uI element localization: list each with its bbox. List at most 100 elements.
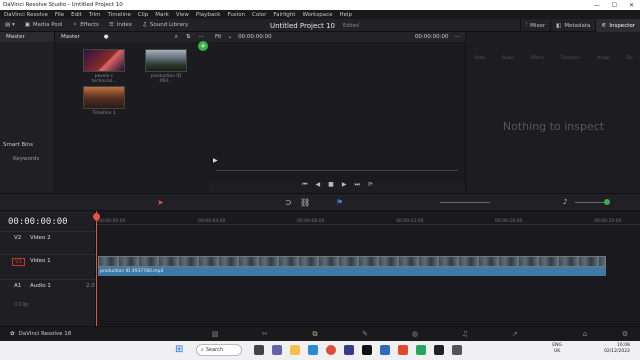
timeline-toolbar: ➤ ⊃ ⛓ ⚑ ♪ <box>0 193 640 211</box>
word-icon[interactable] <box>380 345 390 355</box>
media-clip[interactable]: pexels-c technical... <box>83 49 125 84</box>
tab-effects[interactable]: Effects <box>530 55 544 60</box>
settings-icon[interactable]: ⚙ <box>610 330 640 338</box>
menu-clip[interactable]: Clip <box>138 12 148 18</box>
search-icon[interactable]: ⌕ <box>175 34 178 41</box>
menu-fairlight[interactable]: Fairlight <box>273 12 295 18</box>
menu-playback[interactable]: Playback <box>196 12 221 18</box>
tab-transition[interactable]: Transition <box>561 55 580 60</box>
fusion-page-icon[interactable]: ✎ <box>340 330 390 338</box>
davinci-logo-icon: ✿ <box>10 331 15 337</box>
office-icon[interactable] <box>398 345 408 355</box>
chevron-down-icon[interactable]: ⌄ <box>227 34 232 40</box>
chrome-icon[interactable] <box>326 345 336 355</box>
snap-icon[interactable]: ⊃ <box>285 198 292 207</box>
play-icon[interactable]: ▶ <box>342 181 347 188</box>
menu-trim[interactable]: Trim <box>89 12 101 18</box>
menu-bar: DaVinci Resolve File Edit Trim Timeline … <box>0 10 640 19</box>
reverse-icon[interactable]: ◀ <box>316 181 321 188</box>
playhead[interactable] <box>91 211 102 326</box>
loop-icon[interactable]: ⟳ <box>368 181 373 188</box>
app-icon[interactable] <box>344 345 354 355</box>
home-icon[interactable]: ⌂ <box>560 330 610 338</box>
clip-count: 0 Clip <box>14 302 29 308</box>
mixer-icon: ⫶ <box>525 22 528 28</box>
fairlight-page-icon[interactable]: ♫ <box>440 330 490 338</box>
tab-video[interactable]: Video <box>474 55 485 60</box>
more-icon[interactable]: ⋯ <box>455 34 461 40</box>
media-page-icon[interactable]: ▧ <box>190 330 240 338</box>
scrubber-bar[interactable] <box>216 170 458 171</box>
deliver-page-icon[interactable]: ➚ <box>490 330 540 338</box>
system-clock[interactable]: 16:08 02/12/2022 <box>604 343 630 355</box>
stop-icon[interactable]: ■ <box>328 181 334 188</box>
link-icon[interactable]: ⛓ <box>300 198 310 207</box>
minimize-button[interactable]: — <box>594 2 600 9</box>
mixer-button[interactable]: ⫶ Mixer <box>519 19 550 32</box>
keywords-bin[interactable]: Keywords <box>13 156 39 162</box>
sound-library-button[interactable]: ♫ Sound Library <box>137 22 193 28</box>
edge-icon[interactable] <box>308 345 318 355</box>
menu-timeline[interactable]: Timeline <box>108 12 131 18</box>
fit-dropdown[interactable]: Fit <box>215 34 221 40</box>
metadata-button[interactable]: ◧ Metadata <box>550 19 595 32</box>
index-button[interactable]: ☰ Index <box>104 22 137 28</box>
last-frame-icon[interactable]: ⏭ <box>354 181 359 189</box>
inspector-button[interactable]: ⚟ Inspector <box>595 19 640 32</box>
color-page-icon[interactable]: ◍ <box>390 330 440 338</box>
tab-audio[interactable]: Audio <box>502 55 513 60</box>
windows-start-icon[interactable]: ⊞ <box>175 344 183 355</box>
index-icon: ☰ <box>108 22 114 28</box>
menu-workspace[interactable]: Workspace <box>302 12 332 18</box>
menu-color[interactable]: Color <box>252 12 266 18</box>
taskbar-search[interactable]: ⌕ Search <box>196 344 242 356</box>
menu-edit[interactable]: Edit <box>71 12 82 18</box>
video-clip[interactable] <box>98 256 606 267</box>
davinci-taskbar-icon[interactable] <box>362 345 372 355</box>
app-icon[interactable] <box>434 345 444 355</box>
metadata-label: Metadata <box>564 22 591 29</box>
sort-icon[interactable]: ⇅ <box>186 34 191 41</box>
timeline-area[interactable]: 00:00:00:00 00:00:04:00 00:00:08:00 00:0… <box>91 211 640 326</box>
maximize-button[interactable]: ☐ <box>612 2 617 9</box>
menu-fusion[interactable]: Fusion <box>227 12 245 18</box>
timeline-clip[interactable]: Timeline 1 <box>83 86 125 116</box>
more-icon[interactable]: ⋯ <box>199 34 205 41</box>
track-level: 2.0 <box>86 283 95 289</box>
viewer-timecode: 00:00:00:00 <box>238 34 272 40</box>
master-bin[interactable]: Master <box>0 32 54 42</box>
zoom-slider[interactable] <box>440 202 490 203</box>
flag-icon[interactable]: ⚑ <box>336 198 343 207</box>
speaker-icon[interactable]: ♪ <box>563 198 567 206</box>
language-indicator[interactable]: ENG UK <box>552 343 562 355</box>
app-icon[interactable] <box>452 345 462 355</box>
teams-icon[interactable] <box>272 345 282 355</box>
menu-file[interactable]: File <box>55 12 64 18</box>
spotify-icon[interactable] <box>416 345 426 355</box>
cut-page-icon[interactable]: ✂ <box>240 330 290 338</box>
tab-file[interactable]: File <box>626 55 633 60</box>
file-explorer-icon[interactable] <box>290 345 300 355</box>
effects-button[interactable]: ✧ Effects <box>68 22 104 28</box>
tab-image[interactable]: Image <box>597 55 610 60</box>
menu-mark[interactable]: Mark <box>155 12 169 18</box>
menu-davinci[interactable]: DaVinci Resolve <box>4 12 48 18</box>
first-frame-icon[interactable]: ⏮ <box>302 181 307 189</box>
task-view-icon[interactable] <box>254 345 264 355</box>
media-clip[interactable]: production ID 493... <box>145 49 187 84</box>
volume-indicator[interactable] <box>604 199 610 205</box>
menu-help[interactable]: Help <box>340 12 353 18</box>
close-button[interactable]: ✕ <box>629 2 634 9</box>
edit-page-icon[interactable]: ⧉ <box>290 330 340 339</box>
panel-toggle[interactable]: ▤ ▾ <box>0 22 20 28</box>
media-pool-button[interactable]: ▣ Media Pool <box>20 22 68 28</box>
selection-tool-icon[interactable]: ➤ <box>157 198 164 207</box>
track-id[interactable]: V1 <box>12 258 26 266</box>
timeline-ruler[interactable]: 00:00:00:00 00:00:04:00 00:00:08:00 00:0… <box>96 211 640 225</box>
video-clip-label[interactable]: production ID 4937780.mp4 <box>98 267 606 276</box>
project-title: Untitled Project 10 <box>270 21 335 30</box>
track-id: A1 <box>14 283 22 289</box>
menu-view[interactable]: View <box>176 12 189 18</box>
add-icon[interactable]: + <box>198 41 208 51</box>
marker-icon[interactable]: ▶ <box>213 157 218 164</box>
